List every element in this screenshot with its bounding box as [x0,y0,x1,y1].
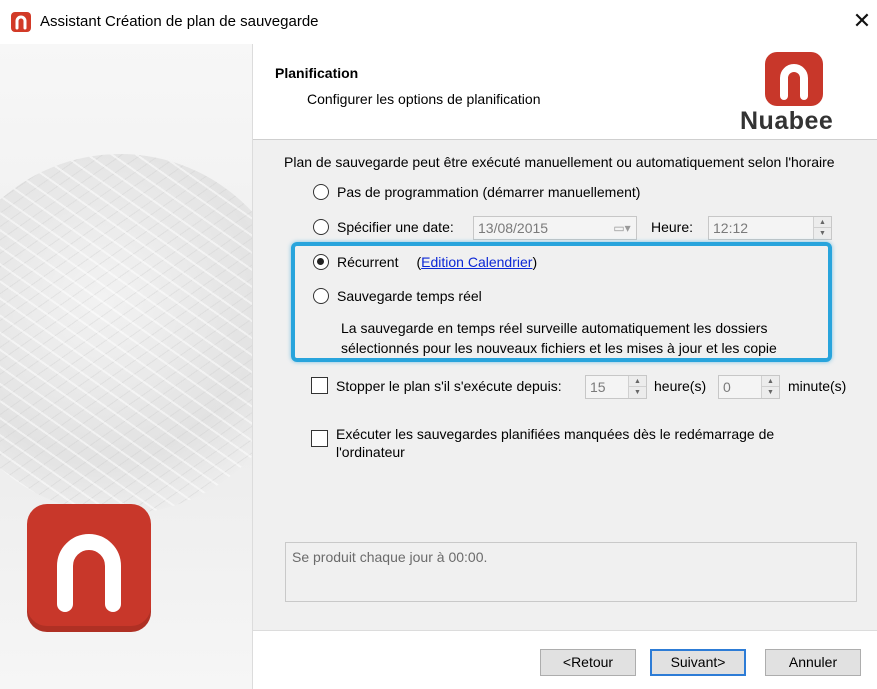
intro-text: Plan de sauvegarde peut être exécuté man… [284,154,835,170]
schedule-summary-text: Se produit chaque jour à 00:00. [292,549,488,565]
wizard-header: Planification Configurer les options de … [253,44,877,140]
footer-divider [253,630,877,631]
stop-minutes-field[interactable]: 0 ▲ ▼ [718,375,780,399]
nuabee-brand-logo-icon [765,52,823,106]
nuabee-large-logo-icon [27,504,151,632]
missed-backups-label: Exécuter les sauvegardes planifiées manq… [336,426,775,460]
option-manual[interactable]: Pas de programmation (démarrer manuellem… [313,184,640,200]
hours-unit: heure(s) [654,378,707,394]
decorative-globe-image [0,154,252,514]
option-date[interactable]: Spécifier une date: [313,219,454,235]
hours-spin-icon[interactable]: ▲ ▼ [628,376,646,398]
close-icon[interactable]: ✕ [847,6,877,36]
stop-plan-label: Stopper le plan s'il s'exécute depuis: [336,377,562,394]
date-picker-field[interactable]: 13/08/2015 ▭▾ [473,216,637,240]
stop-hours-value: 15 [590,379,606,395]
radio-recurrent[interactable] [313,254,329,270]
radio-date[interactable] [313,219,329,235]
date-value: 13/08/2015 [478,220,549,236]
edit-calendar-link[interactable]: Edition Calendrier [421,254,532,270]
stop-minutes-value: 0 [723,379,731,395]
option-manual-label: Pas de programmation (démarrer manuellem… [337,184,641,200]
window-title: Assistant Création de plan de sauvegarde [40,13,319,30]
missed-backups-checkbox[interactable] [311,430,328,447]
realtime-description: La sauvegarde en temps réel surveille au… [341,320,777,356]
link-close-paren: ) [532,254,538,270]
stop-hours-field[interactable]: 15 ▲ ▼ [585,375,647,399]
minutes-spin-icon[interactable]: ▲ ▼ [761,376,779,398]
option-realtime-label: Sauvegarde temps réel [337,288,482,304]
missed-backups-row[interactable]: Exécuter les sauvegardes planifiées manq… [311,425,816,461]
schedule-summary-box: Se produit chaque jour à 00:00. [285,542,857,602]
minutes-unit: minute(s) [788,378,847,394]
title-bar: Assistant Création de plan de sauvegarde… [0,0,877,44]
back-button[interactable]: <Retour [540,649,636,676]
cancel-button[interactable]: Annuler [765,649,861,676]
page-subtitle: Configurer les options de planification [307,91,541,107]
time-label: Heure: [651,219,694,235]
option-date-label: Spécifier une date: [337,219,454,235]
radio-realtime[interactable] [313,288,329,304]
stop-plan-row[interactable]: Stopper le plan s'il s'exécute depuis: [311,377,562,394]
option-recurrent[interactable]: Récurrent (Edition Calendrier) [313,254,537,270]
app-logo-icon [11,12,31,32]
calendar-dropdown-icon[interactable]: ▭▾ [608,217,636,239]
time-value: 12:12 [713,220,749,236]
brand-name: Nuabee [740,107,834,135]
radio-manual[interactable] [313,184,329,200]
option-realtime[interactable]: Sauvegarde temps réel [313,288,482,304]
stop-plan-checkbox[interactable] [311,377,328,394]
page-title: Planification [275,65,359,81]
time-spin-icon[interactable]: ▲ ▼ [813,217,831,239]
time-field[interactable]: 12:12 ▲ ▼ [708,216,832,240]
next-button[interactable]: Suivant> [650,649,746,676]
option-recurrent-label: Récurrent [337,254,399,270]
